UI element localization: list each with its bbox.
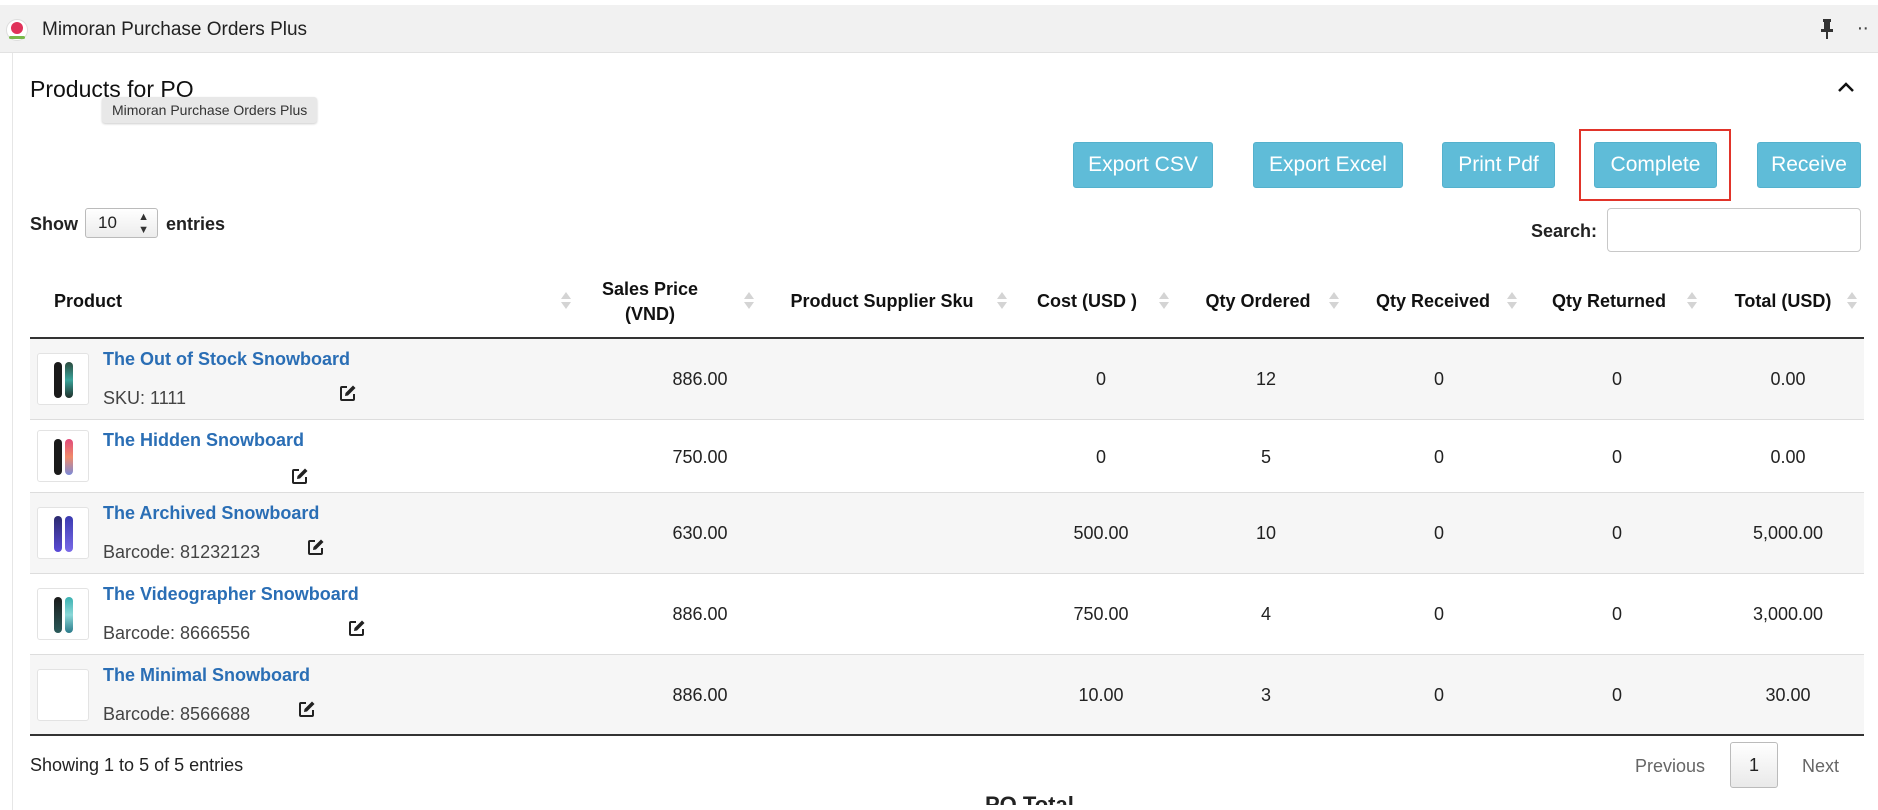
qty-received-cell: 0: [1433, 447, 1444, 467]
next-page-button[interactable]: Next: [1802, 756, 1839, 777]
previous-page-button[interactable]: Previous: [1635, 756, 1705, 777]
app-header: Mimoran Purchase Orders Plus ··: [0, 5, 1878, 53]
sales-price-cell: 886.00: [672, 369, 728, 389]
product-barcode: Barcode: 8666556: [103, 623, 251, 643]
app-title: Mimoran Purchase Orders Plus: [42, 19, 308, 40]
qty-returned-cell: 0: [1611, 369, 1622, 389]
qty-received-cell: 0: [1433, 369, 1444, 389]
sort-icon[interactable]: [744, 290, 754, 312]
cost-cell: 10.00: [1078, 685, 1124, 705]
edit-icon[interactable]: [291, 467, 309, 485]
cost-cell: 750.00: [1073, 604, 1129, 624]
qty-ordered-cell: 3: [1260, 685, 1271, 705]
sort-icon[interactable]: [1159, 290, 1169, 312]
total-cell: 0.00: [1770, 369, 1806, 389]
product-name-link[interactable]: The Archived Snowboard: [103, 503, 319, 524]
product-name-link[interactable]: The Hidden Snowboard: [103, 430, 304, 451]
qty-returned-cell: 0: [1611, 604, 1622, 624]
sort-icon[interactable]: [561, 290, 571, 312]
table-row: The Minimal Snowboard Barcode: 8566688 8…: [30, 655, 1864, 736]
edit-icon[interactable]: [339, 384, 357, 402]
print-pdf-button[interactable]: Print Pdf: [1442, 142, 1555, 188]
entries-label: entries: [166, 214, 226, 234]
sort-icon[interactable]: [1687, 290, 1697, 312]
product-name-link[interactable]: The Minimal Snowboard: [103, 665, 310, 686]
table-row: The Out of Stock Snowboard SKU: 1111 886…: [30, 339, 1864, 420]
product-barcode: Barcode: 81232123: [103, 542, 261, 562]
product-name-link[interactable]: The Videographer Snowboard: [103, 584, 359, 605]
sales-price-cell: 630.00: [672, 523, 728, 543]
product-thumbnail: [37, 669, 89, 721]
search-input[interactable]: [1607, 208, 1861, 252]
qty-received-cell: 0: [1433, 523, 1444, 543]
app-logo-icon: [6, 19, 28, 41]
column-qty-returned[interactable]: Qty Returned: [1546, 266, 1672, 337]
column-supplier-sku[interactable]: Product Supplier Sku: [782, 266, 982, 337]
table-header: Product Sales Price (VND) Product Suppli…: [30, 266, 1864, 339]
export-excel-button[interactable]: Export Excel: [1253, 142, 1403, 188]
total-cell: 0.00: [1770, 447, 1806, 467]
sort-icon[interactable]: [1847, 290, 1857, 312]
total-cell: 30.00: [1765, 685, 1811, 705]
search-label: Search:: [1531, 221, 1598, 241]
qty-returned-cell: 0: [1611, 523, 1622, 543]
sort-icon[interactable]: [1329, 290, 1339, 312]
show-label: Show: [30, 214, 78, 234]
sort-icon[interactable]: [997, 290, 1007, 312]
product-barcode: Barcode: 8566688: [103, 704, 251, 724]
edit-icon[interactable]: [348, 619, 366, 637]
qty-received-cell: 0: [1433, 604, 1444, 624]
select-arrows-icon: ▲ ▼: [138, 211, 149, 236]
table-row: The Archived Snowboard Barcode: 81232123…: [30, 493, 1864, 574]
column-sales-price[interactable]: Sales Price (VND): [595, 266, 705, 337]
column-qty-ordered[interactable]: Qty Ordered: [1198, 266, 1318, 337]
qty-received-cell: 0: [1433, 685, 1444, 705]
chevron-up-icon[interactable]: [1836, 80, 1856, 94]
more-options-icon[interactable]: ··: [1857, 17, 1869, 40]
entries-select[interactable]: 10 ▲ ▼: [85, 208, 158, 238]
sales-price-cell: 886.00: [672, 685, 728, 705]
cost-cell: 500.00: [1073, 523, 1129, 543]
po-total-heading: PO Total: [985, 792, 1074, 805]
qty-ordered-cell: 12: [1255, 369, 1277, 389]
table-info: Showing 1 to 5 of 5 entries: [30, 755, 244, 775]
total-cell: 3,000.00: [1752, 604, 1824, 624]
column-total[interactable]: Total (USD): [1727, 266, 1839, 337]
page-1-button[interactable]: 1: [1730, 742, 1778, 788]
table-row: The Videographer Snowboard Barcode: 8666…: [30, 574, 1864, 655]
column-product[interactable]: Product: [30, 266, 190, 337]
pin-icon[interactable]: [1820, 19, 1834, 39]
product-thumbnail: [37, 507, 89, 559]
qty-ordered-cell: 10: [1255, 523, 1277, 543]
entries-select-value: 10: [98, 213, 117, 232]
complete-highlight-box: [1579, 129, 1731, 201]
sales-price-header-line2: (VND): [625, 303, 675, 324]
sales-price-cell: 886.00: [672, 604, 728, 624]
table-row: The Hidden Snowboard 750.00 0 5 0 0 0.00: [30, 420, 1864, 493]
column-cost[interactable]: Cost (USD ): [1033, 266, 1141, 337]
product-sku: SKU: 1111: [103, 388, 187, 408]
receive-button[interactable]: Receive: [1757, 142, 1861, 188]
product-thumbnail: [37, 588, 89, 640]
sort-icon[interactable]: [1507, 290, 1517, 312]
column-qty-received[interactable]: Qty Received: [1368, 266, 1498, 337]
cost-cell: 0: [1095, 369, 1106, 389]
export-csv-button[interactable]: Export CSV: [1073, 142, 1213, 188]
tooltip: Mimoran Purchase Orders Plus: [102, 97, 318, 123]
cost-cell: 0: [1095, 447, 1106, 467]
edit-icon[interactable]: [307, 538, 325, 556]
edit-icon[interactable]: [298, 700, 316, 718]
sales-price-cell: 750.00: [672, 447, 728, 467]
product-name-link[interactable]: The Out of Stock Snowboard: [103, 349, 350, 370]
product-thumbnail: [37, 430, 89, 482]
qty-returned-cell: 0: [1611, 447, 1622, 467]
qty-ordered-cell: 4: [1260, 604, 1271, 624]
qty-returned-cell: 0: [1611, 685, 1622, 705]
total-cell: 5,000.00: [1752, 523, 1824, 543]
qty-ordered-cell: 5: [1260, 447, 1271, 467]
product-thumbnail: [37, 353, 89, 405]
sales-price-header-line1: Sales Price: [601, 278, 699, 299]
